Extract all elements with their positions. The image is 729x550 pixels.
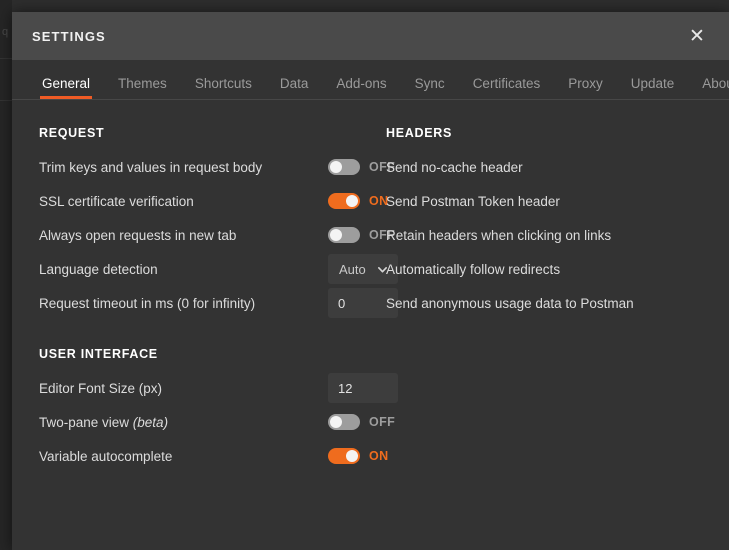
- control-slot: OFF: [328, 414, 395, 430]
- setting-label-text: Two-pane view: [39, 414, 133, 430]
- control-slot: [328, 373, 398, 403]
- setting-row-follow-redirects: Automatically follow redirects ON: [386, 252, 728, 286]
- dialog-title: SETTINGS: [32, 28, 106, 44]
- setting-label: Editor Font Size (px): [39, 380, 163, 396]
- setting-row-request-timeout: Request timeout in ms (0 for infinity): [39, 286, 398, 320]
- select-value: Auto: [339, 261, 366, 277]
- setting-label: Request timeout in ms (0 for infinity): [39, 295, 256, 311]
- background-divider: [0, 100, 12, 101]
- input-editor-font-size[interactable]: [328, 373, 398, 403]
- setting-label: Always open requests in new tab: [39, 227, 237, 243]
- settings-content: REQUEST Trim keys and values in request …: [12, 100, 729, 549]
- background-app-strip: [0, 0, 12, 550]
- setting-row-retain-headers: Retain headers when clicking on links OF…: [386, 218, 728, 252]
- setting-label: SSL certificate verification: [39, 193, 194, 209]
- request-timeout-field[interactable]: [338, 295, 388, 311]
- background-app-ghost-text: q: [2, 26, 9, 38]
- setting-row-anonymous-usage-data: Send anonymous usage data to Postman OFF: [386, 286, 728, 320]
- tab-update[interactable]: Update: [617, 76, 689, 100]
- tab-general[interactable]: General: [28, 76, 104, 100]
- setting-row-ssl-verification: SSL certificate verification ON: [39, 184, 388, 218]
- tab-shortcuts[interactable]: Shortcuts: [181, 76, 266, 100]
- setting-row-editor-font-size: Editor Font Size (px): [39, 371, 398, 405]
- section-title-headers: HEADERS: [386, 126, 453, 140]
- setting-row-postman-token-header: Send Postman Token header ON: [386, 184, 728, 218]
- setting-row-trim-keys: Trim keys and values in request body OFF: [39, 150, 395, 184]
- right-column: HEADERS Send no-cache header ON Send Pos…: [370, 122, 728, 473]
- settings-tab-bar: General Themes Shortcuts Data Add-ons Sy…: [12, 60, 729, 100]
- setting-row-variable-autocomplete: Variable autocomplete ON: [39, 439, 388, 473]
- section-title-request: REQUEST: [39, 126, 105, 140]
- setting-label: Retain headers when clicking on links: [386, 227, 612, 243]
- toggle-knob: [330, 229, 342, 241]
- setting-label: Automatically follow redirects: [386, 261, 561, 277]
- control-slot: ON: [328, 448, 389, 464]
- tab-certificates[interactable]: Certificates: [459, 76, 555, 100]
- editor-font-size-field[interactable]: [338, 380, 388, 396]
- toggle-knob: [330, 416, 342, 428]
- toggle-open-new-tab[interactable]: [328, 227, 360, 243]
- dialog-header: SETTINGS ✕: [12, 12, 729, 60]
- close-icon[interactable]: ✕: [683, 22, 711, 50]
- settings-dialog: SETTINGS ✕ General Themes Shortcuts Data…: [12, 12, 729, 550]
- toggle-trim-keys[interactable]: [328, 159, 360, 175]
- setting-row-language-detection: Language detection Auto: [39, 252, 398, 286]
- setting-label: Send no-cache header: [386, 159, 523, 175]
- setting-label: Language detection: [39, 261, 158, 277]
- setting-row-open-new-tab: Always open requests in new tab OFF: [39, 218, 395, 252]
- tab-proxy[interactable]: Proxy: [554, 76, 617, 100]
- setting-label: Two-pane view (beta): [39, 415, 168, 430]
- tab-data[interactable]: Data: [266, 76, 323, 100]
- toggle-state-label: OFF: [369, 415, 396, 429]
- setting-row-two-pane-view: Two-pane view (beta) OFF: [39, 405, 395, 439]
- setting-label: Trim keys and values in request body: [39, 159, 263, 175]
- control-slot: ON: [328, 193, 389, 209]
- toggle-variable-autocomplete[interactable]: [328, 448, 360, 464]
- section-title-user-interface: USER INTERFACE: [39, 347, 158, 361]
- toggle-two-pane-view[interactable]: [328, 414, 360, 430]
- tab-sync[interactable]: Sync: [401, 76, 459, 100]
- setting-label: Variable autocomplete: [39, 448, 173, 464]
- toggle-knob: [346, 450, 358, 462]
- tab-themes[interactable]: Themes: [104, 76, 181, 100]
- toggle-ssl-verification[interactable]: [328, 193, 360, 209]
- toggle-knob: [330, 161, 342, 173]
- setting-row-no-cache-header: Send no-cache header ON: [386, 150, 728, 184]
- beta-tag: (beta): [132, 414, 169, 430]
- background-divider: [0, 58, 12, 59]
- left-column: REQUEST Trim keys and values in request …: [12, 122, 398, 473]
- setting-label: Send Postman Token header: [386, 193, 560, 209]
- toggle-knob: [346, 195, 358, 207]
- setting-label: Send anonymous usage data to Postman: [386, 295, 634, 311]
- tab-about[interactable]: About: [688, 76, 729, 100]
- tab-add-ons[interactable]: Add-ons: [322, 76, 400, 100]
- toggle-state-label: ON: [369, 449, 389, 463]
